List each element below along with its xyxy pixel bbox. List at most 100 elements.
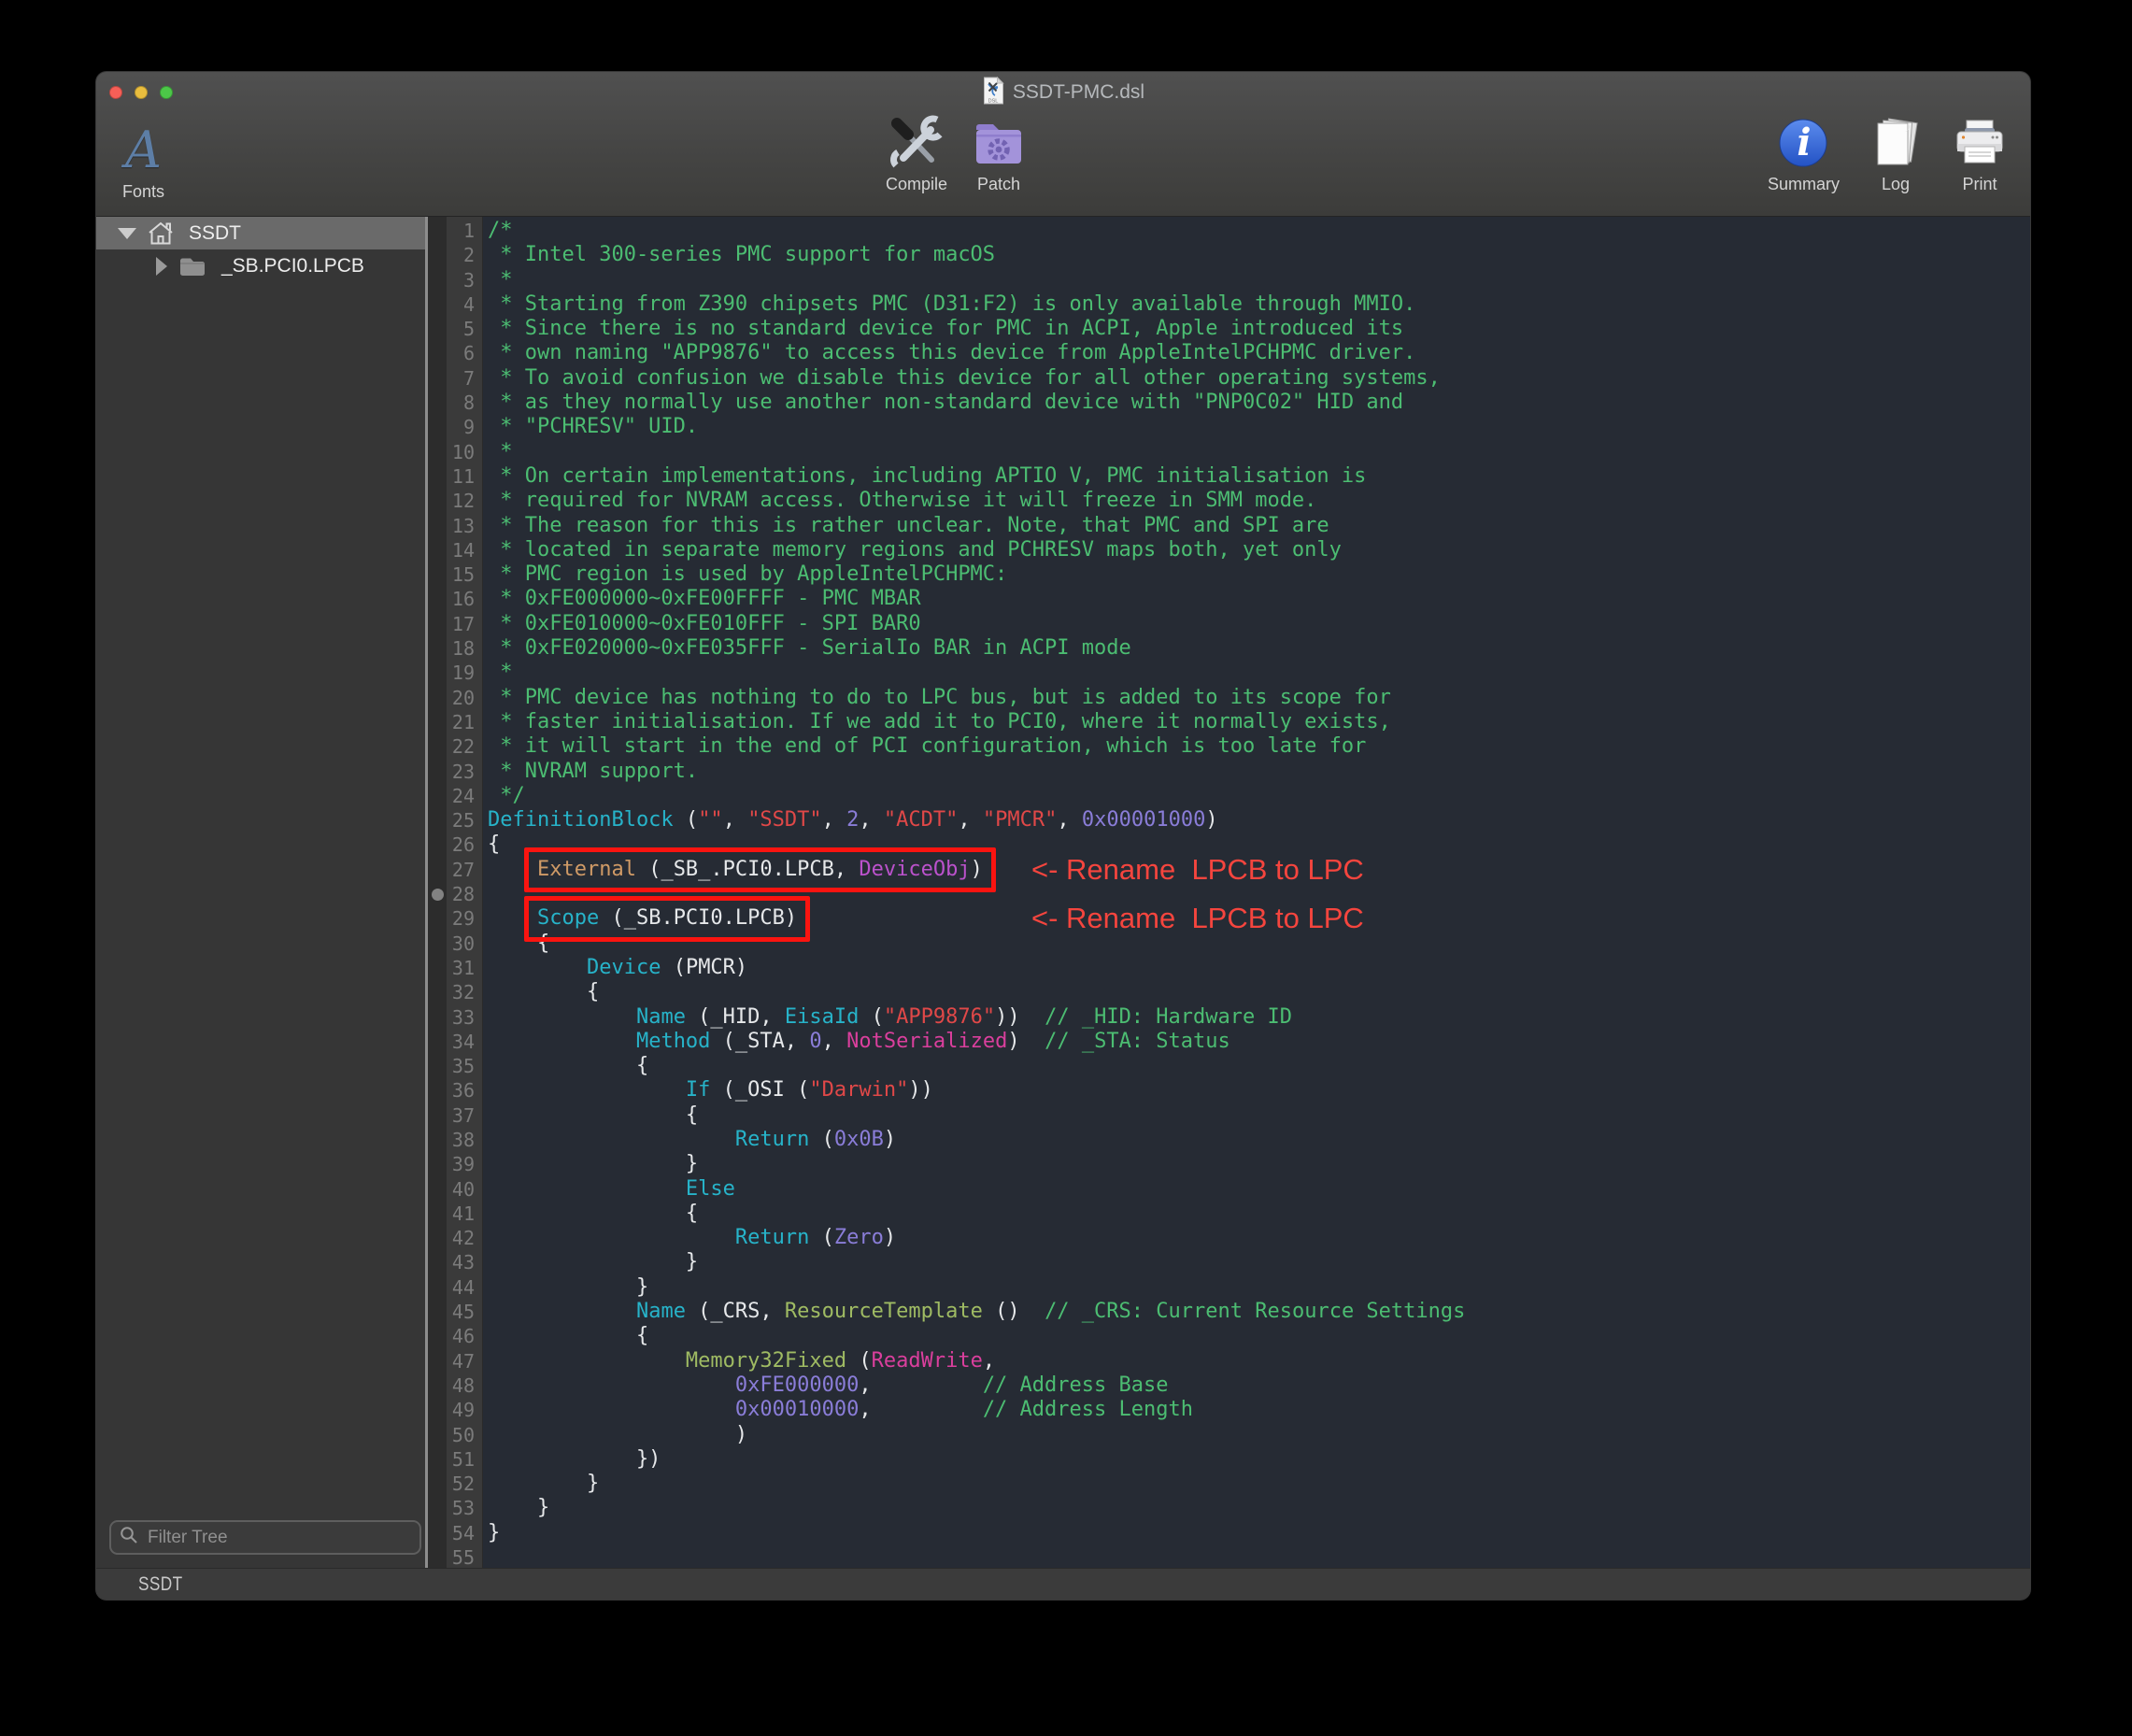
code-line-text[interactable] xyxy=(482,1545,2030,1569)
code-line[interactable]: 20 * PMC device has nothing to do to LPC… xyxy=(428,686,2030,710)
code-line-text[interactable]: Method (_STA, 0, NotSerialized) // _STA:… xyxy=(482,1030,2030,1054)
code-line-text[interactable]: { xyxy=(482,1054,2030,1078)
code-line-text[interactable]: Memory32Fixed (ReadWrite, xyxy=(482,1349,2030,1373)
code-line-text[interactable]: * xyxy=(482,440,2030,464)
filter-input[interactable] xyxy=(146,1527,411,1549)
code-line-text[interactable]: * it will start in the end of PCI config… xyxy=(482,734,2030,759)
disclosure-open-icon[interactable] xyxy=(118,228,136,239)
code-line-text[interactable]: * Intel 300-series PMC support for macOS xyxy=(482,243,2030,267)
code-line[interactable]: 11 * On certain implementations, includi… xyxy=(428,464,2030,489)
code-line-text[interactable]: 0xFE000000, // Address Base xyxy=(482,1373,2030,1398)
code-line[interactable]: 31 Device (PMCR) xyxy=(428,956,2030,980)
code-line[interactable]: 14 * located in separate memory regions … xyxy=(428,538,2030,562)
code-line[interactable]: 22 * it will start in the end of PCI con… xyxy=(428,734,2030,759)
code-line[interactable]: 34 Method (_STA, 0, NotSerialized) // _S… xyxy=(428,1030,2030,1054)
code-line-text[interactable]: * required for NVRAM access. Otherwise i… xyxy=(482,489,2030,513)
code-line-text[interactable]: { xyxy=(482,1324,2030,1348)
code-line-text[interactable]: * "PCHRESV" UID. xyxy=(482,415,2030,439)
code-line-text[interactable]: ) xyxy=(482,1423,2030,1447)
code-line-text[interactable]: Scope (_SB.PCI0.LPCB)<- Rename LPCB to L… xyxy=(482,906,2030,931)
code-line-text[interactable]: Return (0x0B) xyxy=(482,1128,2030,1152)
code-line[interactable]: 50 ) xyxy=(428,1423,2030,1447)
code-line[interactable]: 35 { xyxy=(428,1054,2030,1078)
code-line[interactable]: 3 * xyxy=(428,268,2030,292)
code-line[interactable]: 12 * required for NVRAM access. Otherwis… xyxy=(428,489,2030,513)
code-line-text[interactable]: } xyxy=(482,1472,2030,1496)
print-button[interactable]: Print xyxy=(1952,113,2008,194)
code-line[interactable]: 6 * own naming "APP9876" to access this … xyxy=(428,341,2030,365)
code-line-text[interactable]: * faster initialisation. If we add it to… xyxy=(482,710,2030,734)
sidebar-item-sb-pci0-lpcb[interactable]: _SB.PCI0.LPCB xyxy=(96,249,425,282)
code-line[interactable]: 24 */ xyxy=(428,784,2030,808)
code-line-text[interactable]: } xyxy=(482,1275,2030,1300)
code-line[interactable]: 36 If (_OSI ("Darwin")) xyxy=(428,1078,2030,1103)
code-line-text[interactable]: * 0xFE020000~0xFE035FFF - SerialIo BAR i… xyxy=(482,636,2030,661)
code-line-text[interactable]: * 0xFE000000~0xFE00FFFF - PMC MBAR xyxy=(482,587,2030,611)
code-line-text[interactable]: } xyxy=(482,1521,2030,1545)
code-line-text[interactable]: { xyxy=(482,1202,2030,1226)
code-line-text[interactable]: * On certain implementations, including … xyxy=(482,464,2030,489)
code-line[interactable]: 8 * as they normally use another non-sta… xyxy=(428,391,2030,415)
code-line[interactable]: 10 * xyxy=(428,440,2030,464)
code-line-text[interactable]: } xyxy=(482,1496,2030,1520)
code-line-text[interactable]: * located in separate memory regions and… xyxy=(482,538,2030,562)
code-line[interactable]: 39 } xyxy=(428,1152,2030,1176)
code-line[interactable]: 19 * xyxy=(428,661,2030,685)
compile-button[interactable]: Compile xyxy=(886,113,947,194)
minimize-button[interactable] xyxy=(135,86,148,99)
code-line-text[interactable]: If (_OSI ("Darwin")) xyxy=(482,1078,2030,1103)
code-line-text[interactable]: * Starting from Z390 chipsets PMC (D31:F… xyxy=(482,292,2030,317)
code-line-text[interactable]: DefinitionBlock ("", "SSDT", 2, "ACDT", … xyxy=(482,808,2030,832)
code-line[interactable]: 2 * Intel 300-series PMC support for mac… xyxy=(428,243,2030,267)
summary-button[interactable]: i Summary xyxy=(1768,113,1840,194)
log-button[interactable]: Log xyxy=(1869,113,1922,194)
code-line[interactable]: 54} xyxy=(428,1521,2030,1545)
code-line-text[interactable]: * The reason for this is rather unclear.… xyxy=(482,514,2030,538)
code-line[interactable]: 32 { xyxy=(428,980,2030,1004)
close-button[interactable] xyxy=(109,86,122,99)
code-line[interactable]: 23 * NVRAM support. xyxy=(428,760,2030,784)
code-line[interactable]: 5 * Since there is no standard device fo… xyxy=(428,317,2030,341)
code-line[interactable]: 47 Memory32Fixed (ReadWrite, xyxy=(428,1349,2030,1373)
code-line[interactable]: 53 } xyxy=(428,1496,2030,1520)
code-line[interactable]: 7 * To avoid confusion we disable this d… xyxy=(428,366,2030,391)
code-line-text[interactable]: }) xyxy=(482,1447,2030,1472)
code-line[interactable]: 52 } xyxy=(428,1472,2030,1496)
code-line[interactable]: 40 Else xyxy=(428,1177,2030,1202)
code-line[interactable]: 43 } xyxy=(428,1250,2030,1274)
code-line[interactable]: 13 * The reason for this is rather uncle… xyxy=(428,514,2030,538)
code-line-text[interactable]: /* xyxy=(482,219,2030,243)
code-line[interactable]: 55 xyxy=(428,1545,2030,1569)
code-line[interactable]: 44 } xyxy=(428,1275,2030,1300)
code-line-text[interactable]: } xyxy=(482,1152,2030,1176)
code-line[interactable]: 45 Name (_CRS, ResourceTemplate () // _C… xyxy=(428,1300,2030,1324)
code-line-text[interactable]: 0x00010000, // Address Length xyxy=(482,1398,2030,1422)
code-line[interactable]: 49 0x00010000, // Address Length xyxy=(428,1398,2030,1422)
code-line-text[interactable]: External (_SB_.PCI0.LPCB, DeviceObj)<- R… xyxy=(482,858,2030,882)
code-line-text[interactable]: Else xyxy=(482,1177,2030,1202)
zoom-button[interactable] xyxy=(160,86,173,99)
code-line[interactable]: 1/* xyxy=(428,219,2030,243)
code-line-text[interactable]: * 0xFE010000~0xFE010FFF - SPI BAR0 xyxy=(482,612,2030,636)
code-line-text[interactable]: * as they normally use another non-stand… xyxy=(482,391,2030,415)
code-line-text[interactable]: * xyxy=(482,661,2030,685)
code-line-text[interactable]: } xyxy=(482,1250,2030,1274)
sidebar-item-ssdt[interactable]: SSDT xyxy=(96,217,425,249)
code-line[interactable]: 46 { xyxy=(428,1324,2030,1348)
code-line-text[interactable]: */ xyxy=(482,784,2030,808)
code-line[interactable]: 42 Return (Zero) xyxy=(428,1226,2030,1250)
code-line[interactable]: 4 * Starting from Z390 chipsets PMC (D31… xyxy=(428,292,2030,317)
code-line[interactable]: 51 }) xyxy=(428,1447,2030,1472)
code-line[interactable]: 21 * faster initialisation. If we add it… xyxy=(428,710,2030,734)
code-line-text[interactable]: * xyxy=(482,268,2030,292)
code-line[interactable]: 33 Name (_HID, EisaId ("APP9876")) // _H… xyxy=(428,1005,2030,1030)
code-line[interactable]: 16 * 0xFE000000~0xFE00FFFF - PMC MBAR xyxy=(428,587,2030,611)
code-line[interactable]: 25DefinitionBlock ("", "SSDT", 2, "ACDT"… xyxy=(428,808,2030,832)
patch-button[interactable]: Patch xyxy=(972,113,1026,194)
code-line-text[interactable]: Device (PMCR) xyxy=(482,956,2030,980)
code-line[interactable]: 17 * 0xFE010000~0xFE010FFF - SPI BAR0 xyxy=(428,612,2030,636)
filter-field[interactable] xyxy=(109,1520,421,1555)
code-line[interactable]: 27 External (_SB_.PCI0.LPCB, DeviceObj)<… xyxy=(428,858,2030,882)
code-line[interactable]: 18 * 0xFE020000~0xFE035FFF - SerialIo BA… xyxy=(428,636,2030,661)
code-line[interactable]: 41 { xyxy=(428,1202,2030,1226)
